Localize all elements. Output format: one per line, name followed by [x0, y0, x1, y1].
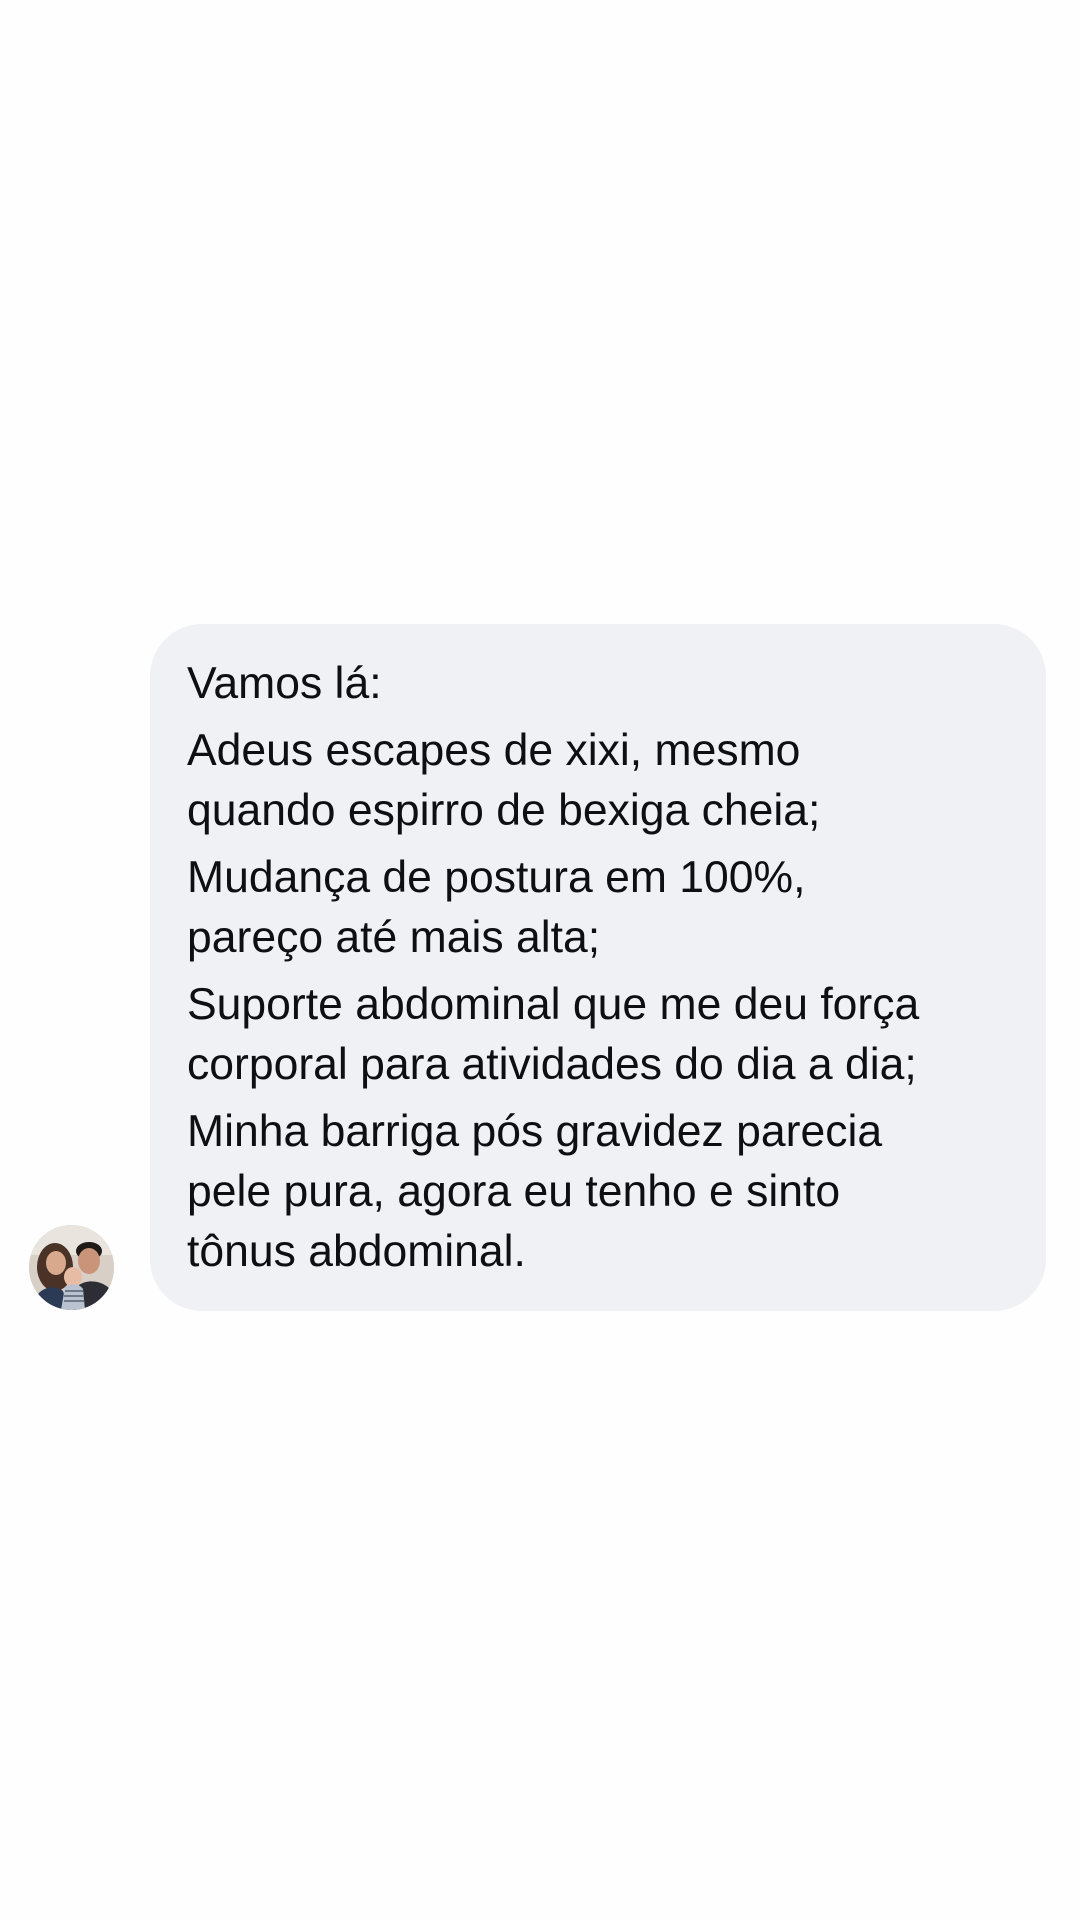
message-line: pareço até mais alta;	[187, 913, 601, 962]
message-line: Minha barriga pós gravidez parecia	[187, 1107, 883, 1156]
message-line: tônus abdominal.	[187, 1227, 526, 1276]
avatar-photo	[29, 1225, 114, 1310]
message-line: quando espirro de bexiga cheia;	[187, 786, 821, 835]
sender-avatar[interactable]	[29, 1225, 114, 1310]
message-line: pele pura, agora eu tenho e sinto	[187, 1167, 841, 1216]
message-line: Adeus escapes de xixi, mesmo	[187, 726, 801, 775]
message-bubble[interactable]: Vamos lá: Adeus escapes de xixi, mesmo q…	[150, 624, 1046, 1311]
message-line: Vamos lá:	[187, 659, 382, 708]
message-line: Suporte abdominal que me deu força	[187, 980, 920, 1029]
message-line: Mudança de postura em 100%,	[187, 853, 806, 902]
message-line: corporal para atividades do dia a dia;	[187, 1040, 917, 1089]
message-row: Vamos lá: Adeus escapes de xixi, mesmo q…	[0, 0, 1080, 1920]
